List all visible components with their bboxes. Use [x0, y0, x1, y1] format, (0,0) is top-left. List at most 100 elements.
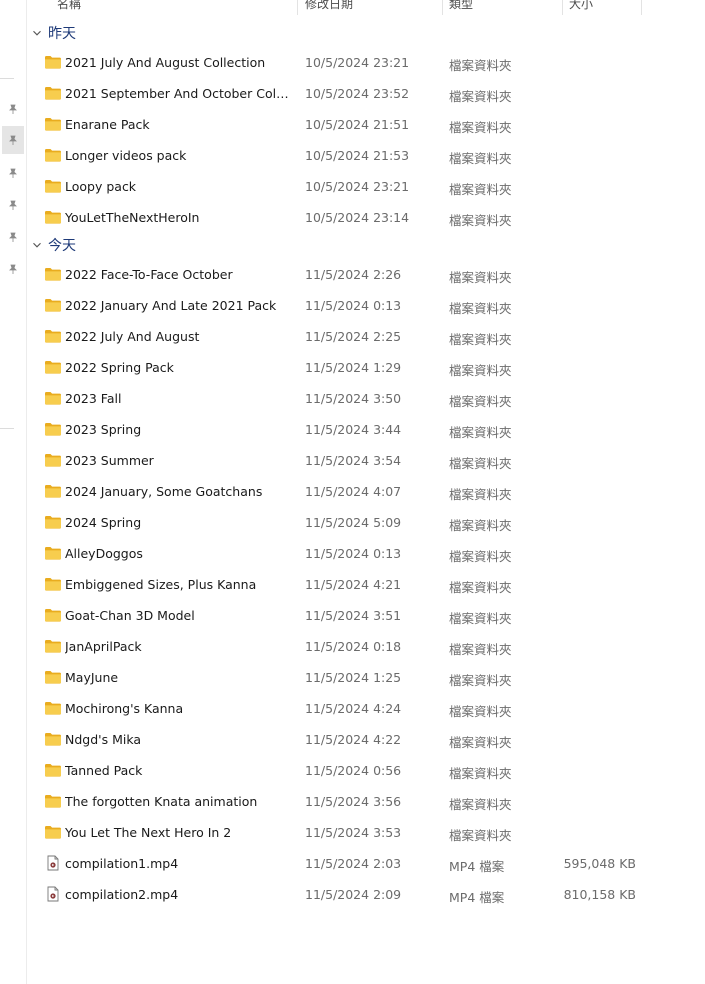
modified-date: 11/5/2024 0:13	[305, 546, 402, 561]
folder-row[interactable]: 2023 Summer 11/5/2024 3:54 檔案資料夾	[30, 445, 697, 476]
modified-date: 11/5/2024 4:24	[305, 701, 402, 716]
file-name: compilation1.mp4	[65, 856, 179, 871]
folder-row[interactable]: YouLetTheNextHeroIn 10/5/2024 23:14 檔案資料夾	[30, 202, 697, 233]
group-label: 昨天	[48, 26, 76, 42]
file-name: 2023 Summer	[65, 453, 154, 468]
folder-icon	[44, 297, 62, 313]
folder-icon	[44, 421, 62, 437]
modified-date: 10/5/2024 21:53	[305, 148, 410, 163]
chevron-down-icon[interactable]	[30, 238, 44, 252]
file-name: The forgotten Knata animation	[65, 794, 258, 809]
video-file-icon	[44, 886, 62, 902]
folder-icon	[44, 700, 62, 716]
file-type: 檔案資料夾	[449, 735, 512, 750]
folder-icon	[44, 147, 62, 163]
column-divider[interactable]	[562, 0, 563, 15]
folder-row[interactable]: 2021 September And October Collecti… 10/5…	[30, 78, 697, 109]
pin-icon[interactable]	[5, 101, 21, 117]
folder-icon	[44, 514, 62, 530]
file-type: MP4 檔案	[449, 859, 505, 874]
column-divider[interactable]	[442, 0, 443, 15]
folder-row[interactable]: Goat-Chan 3D Model 11/5/2024 3:51 檔案資料夾	[30, 600, 697, 631]
folder-icon	[44, 178, 62, 194]
nav-divider	[0, 78, 14, 79]
file-type: 檔案資料夾	[449, 332, 512, 347]
column-header-type[interactable]: 類型	[449, 0, 473, 12]
file-name: Longer videos pack	[65, 148, 187, 163]
column-divider[interactable]	[641, 0, 642, 15]
file-name: compilation2.mp4	[65, 887, 179, 902]
video-file-icon	[44, 855, 62, 871]
modified-date: 11/5/2024 3:53	[305, 825, 402, 840]
folder-row[interactable]: Loopy pack 10/5/2024 23:21 檔案資料夾	[30, 171, 697, 202]
folder-row[interactable]: Longer videos pack 10/5/2024 21:53 檔案資料夾	[30, 140, 697, 171]
folder-icon	[44, 328, 62, 344]
folder-row[interactable]: 2022 January And Late 2021 Pack 11/5/2024…	[30, 290, 697, 321]
folder-row[interactable]: 2022 July And August 11/5/2024 2:25 檔案資料夾	[30, 321, 697, 352]
folder-row[interactable]: 2024 January, Some Goatchans 11/5/2024 4:…	[30, 476, 697, 507]
file-name: 2021 July And August Collection	[65, 55, 266, 70]
file-type: 檔案資料夾	[449, 766, 512, 781]
pin-icon[interactable]	[5, 197, 21, 213]
modified-date: 10/5/2024 23:14	[305, 210, 410, 225]
folder-row[interactable]: 2021 July And August Collection 10/5/2024…	[30, 47, 697, 78]
file-type: 檔案資料夾	[449, 673, 512, 688]
column-divider[interactable]	[297, 0, 298, 15]
pin-icon[interactable]	[5, 229, 21, 245]
file-type: 檔案資料夾	[449, 487, 512, 502]
folder-row[interactable]: You Let The Next Hero In 2 11/5/2024 3:53…	[30, 817, 697, 848]
pin-icon[interactable]	[2, 126, 24, 154]
folder-row[interactable]: 2022 Spring Pack 11/5/2024 1:29 檔案資料夾	[30, 352, 697, 383]
modified-date: 11/5/2024 1:25	[305, 670, 402, 685]
pin-icon[interactable]	[5, 261, 21, 277]
file-row[interactable]: compilation2.mp4 11/5/2024 2:09 MP4 檔案 810,…	[30, 879, 697, 910]
folder-icon	[44, 209, 62, 225]
modified-date: 11/5/2024 4:21	[305, 577, 402, 592]
modified-date: 11/5/2024 3:44	[305, 422, 402, 437]
folder-icon	[44, 452, 62, 468]
file-row[interactable]: compilation1.mp4 11/5/2024 2:03 MP4 檔案 595,…	[30, 848, 697, 879]
column-header-name[interactable]: 名稱	[57, 0, 81, 12]
file-type: 檔案資料夾	[449, 151, 512, 166]
folder-icon	[44, 731, 62, 747]
chevron-down-icon[interactable]	[30, 26, 44, 40]
folder-row[interactable]: MayJune 11/5/2024 1:25 檔案資料夾	[30, 662, 697, 693]
folder-row[interactable]: 2023 Spring 11/5/2024 3:44 檔案資料夾	[30, 414, 697, 445]
modified-date: 11/5/2024 0:56	[305, 763, 402, 778]
modified-date: 11/5/2024 3:56	[305, 794, 402, 809]
group-header[interactable]: 今天	[30, 234, 76, 256]
folder-icon	[44, 266, 62, 282]
folder-icon	[44, 824, 62, 840]
file-size: 595,048 KB	[563, 856, 636, 871]
folder-row[interactable]: Mochirong's Kanna 11/5/2024 4:24 檔案資料夾	[30, 693, 697, 724]
folder-icon	[44, 116, 62, 132]
modified-date: 10/5/2024 23:21	[305, 179, 410, 194]
folder-row[interactable]: 2023 Fall 11/5/2024 3:50 檔案資料夾	[30, 383, 697, 414]
modified-date: 10/5/2024 23:52	[305, 86, 410, 101]
file-name: Enarane Pack	[65, 117, 150, 132]
folder-icon	[44, 793, 62, 809]
folder-row[interactable]: AlleyDoggos 11/5/2024 0:13 檔案資料夾	[30, 538, 697, 569]
column-header-size[interactable]: 大小	[569, 0, 593, 12]
modified-date: 11/5/2024 4:07	[305, 484, 402, 499]
modified-date: 11/5/2024 2:09	[305, 887, 402, 902]
folder-row[interactable]: Embiggened Sizes, Plus Kanna 11/5/2024 4:…	[30, 569, 697, 600]
folder-row[interactable]: Enarane Pack 10/5/2024 21:51 檔案資料夾	[30, 109, 697, 140]
folder-row[interactable]: 2022 Face-To-Face October 11/5/2024 2:26 檔…	[30, 259, 697, 290]
nav-divider	[0, 428, 14, 429]
folder-icon	[44, 545, 62, 561]
folder-row[interactable]: Tanned Pack 11/5/2024 0:56 檔案資料夾	[30, 755, 697, 786]
column-header-date[interactable]: 修改日期	[305, 0, 353, 12]
file-type: 檔案資料夾	[449, 642, 512, 657]
pin-icon[interactable]	[5, 165, 21, 181]
file-name: 2022 Spring Pack	[65, 360, 174, 375]
folder-row[interactable]: Ndgd's Mika 11/5/2024 4:22 檔案資料夾	[30, 724, 697, 755]
folder-row[interactable]: JanAprilPack 11/5/2024 0:18 檔案資料夾	[30, 631, 697, 662]
folder-row[interactable]: The forgotten Knata animation 11/5/2024 3…	[30, 786, 697, 817]
file-name: 2021 September And October Collecti…	[65, 86, 291, 101]
folder-row[interactable]: 2024 Spring 11/5/2024 5:09 檔案資料夾	[30, 507, 697, 538]
file-name: 2024 Spring	[65, 515, 142, 530]
file-name: 2023 Fall	[65, 391, 122, 406]
group-header[interactable]: 昨天	[30, 22, 76, 44]
file-name: Embiggened Sizes, Plus Kanna	[65, 577, 257, 592]
